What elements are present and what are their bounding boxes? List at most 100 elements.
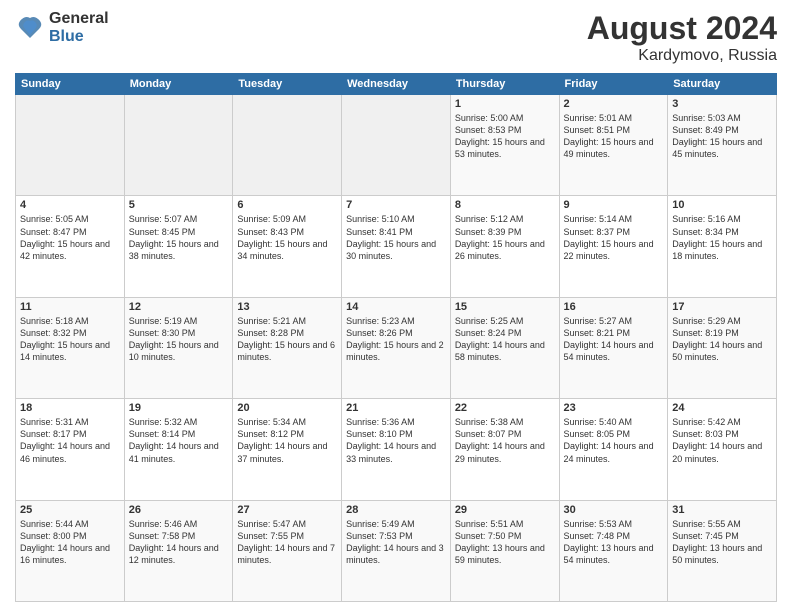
logo-text: General Blue: [49, 10, 109, 45]
calendar-cell: 6 Sunrise: 5:09 AMSunset: 8:43 PMDaylight…: [233, 196, 342, 297]
day-info: Sunrise: 5:47 AMSunset: 7:55 PMDaylight:…: [237, 518, 337, 567]
calendar-week-1: 1 Sunrise: 5:00 AMSunset: 8:53 PMDaylight…: [16, 95, 777, 196]
calendar-cell: 29 Sunrise: 5:51 AMSunset: 7:50 PMDayligh…: [450, 500, 559, 601]
day-number: 24: [672, 402, 772, 414]
day-info: Sunrise: 5:44 AMSunset: 8:00 PMDaylight:…: [20, 518, 120, 567]
calendar-cell: 20 Sunrise: 5:34 AMSunset: 8:12 PMDayligh…: [233, 399, 342, 500]
calendar-cell: 16 Sunrise: 5:27 AMSunset: 8:21 PMDayligh…: [559, 297, 668, 398]
day-number: 15: [455, 301, 555, 313]
day-number: 18: [20, 402, 120, 414]
calendar-cell: [124, 95, 233, 196]
day-info: Sunrise: 5:34 AMSunset: 8:12 PMDaylight:…: [237, 416, 337, 465]
day-number: 20: [237, 402, 337, 414]
day-number: 28: [346, 504, 446, 516]
calendar-cell: 15 Sunrise: 5:25 AMSunset: 8:24 PMDayligh…: [450, 297, 559, 398]
day-number: 6: [237, 199, 337, 211]
day-info: Sunrise: 5:40 AMSunset: 8:05 PMDaylight:…: [564, 416, 664, 465]
calendar-week-2: 4 Sunrise: 5:05 AMSunset: 8:47 PMDaylight…: [16, 196, 777, 297]
day-info: Sunrise: 5:05 AMSunset: 8:47 PMDaylight:…: [20, 213, 120, 262]
calendar-cell: 27 Sunrise: 5:47 AMSunset: 7:55 PMDayligh…: [233, 500, 342, 601]
logo-general: General: [49, 10, 109, 28]
day-number: 12: [129, 301, 229, 313]
calendar-cell: 9Sunrise: 5:14 AMSunset: 8:37 PMDaylight…: [559, 196, 668, 297]
calendar-cell: 24 Sunrise: 5:42 AMSunset: 8:03 PMDayligh…: [668, 399, 777, 500]
col-friday: Friday: [559, 74, 668, 95]
day-number: 8: [455, 199, 555, 211]
day-number: 1: [455, 98, 555, 110]
day-number: 11: [20, 301, 120, 313]
day-number: 27: [237, 504, 337, 516]
logo-blue: Blue: [49, 28, 109, 46]
calendar-cell: 26 Sunrise: 5:46 AMSunset: 7:58 PMDayligh…: [124, 500, 233, 601]
day-number: 4: [20, 199, 120, 211]
day-info: Sunrise: 5:12 AMSunset: 8:39 PMDaylight:…: [455, 213, 555, 262]
day-info: Sunrise: 5:10 AMSunset: 8:41 PMDaylight:…: [346, 213, 446, 262]
calendar-week-3: 11 Sunrise: 5:18 AMSunset: 8:32 PMDayligh…: [16, 297, 777, 398]
calendar-cell: 8 Sunrise: 5:12 AMSunset: 8:39 PMDaylight…: [450, 196, 559, 297]
calendar-cell: 25 Sunrise: 5:44 AMSunset: 8:00 PMDayligh…: [16, 500, 125, 601]
calendar-cell: 28 Sunrise: 5:49 AMSunset: 7:53 PMDayligh…: [342, 500, 451, 601]
calendar-cell: 17Sunrise: 5:29 AMSunset: 8:19 PMDayligh…: [668, 297, 777, 398]
day-number: 7: [346, 199, 446, 211]
day-number: 16: [564, 301, 664, 313]
col-thursday: Thursday: [450, 74, 559, 95]
calendar-table: Sunday Monday Tuesday Wednesday Thursday…: [15, 73, 777, 602]
calendar-cell: 14Sunrise: 5:23 AMSunset: 8:26 PMDayligh…: [342, 297, 451, 398]
day-number: 31: [672, 504, 772, 516]
calendar-cell: [342, 95, 451, 196]
day-info: Sunrise: 5:09 AMSunset: 8:43 PMDaylight:…: [237, 213, 337, 262]
day-info: Sunrise: 5:55 AMSunset: 7:45 PMDaylight:…: [672, 518, 772, 567]
day-info: Sunrise: 5:00 AMSunset: 8:53 PMDaylight:…: [455, 112, 555, 161]
day-info: Sunrise: 5:27 AMSunset: 8:21 PMDaylight:…: [564, 315, 664, 364]
header: General Blue August 2024 Kardymovo, Russ…: [15, 10, 777, 65]
day-info: Sunrise: 5:36 AMSunset: 8:10 PMDaylight:…: [346, 416, 446, 465]
day-number: 14: [346, 301, 446, 313]
day-number: 5: [129, 199, 229, 211]
day-number: 30: [564, 504, 664, 516]
day-info: Sunrise: 5:49 AMSunset: 7:53 PMDaylight:…: [346, 518, 446, 567]
day-info: Sunrise: 5:16 AMSunset: 8:34 PMDaylight:…: [672, 213, 772, 262]
day-info: Sunrise: 5:21 AMSunset: 8:28 PMDaylight:…: [237, 315, 337, 364]
location: Kardymovo, Russia: [587, 47, 777, 65]
day-info: Sunrise: 5:25 AMSunset: 8:24 PMDaylight:…: [455, 315, 555, 364]
calendar-cell: [233, 95, 342, 196]
day-info: Sunrise: 5:42 AMSunset: 8:03 PMDaylight:…: [672, 416, 772, 465]
day-number: 29: [455, 504, 555, 516]
day-info: Sunrise: 5:31 AMSunset: 8:17 PMDaylight:…: [20, 416, 120, 465]
day-info: Sunrise: 5:32 AMSunset: 8:14 PMDaylight:…: [129, 416, 229, 465]
col-sunday: Sunday: [16, 74, 125, 95]
day-info: Sunrise: 5:07 AMSunset: 8:45 PMDaylight:…: [129, 213, 229, 262]
calendar-cell: 22 Sunrise: 5:38 AMSunset: 8:07 PMDayligh…: [450, 399, 559, 500]
day-info: Sunrise: 5:01 AMSunset: 8:51 PMDaylight:…: [564, 112, 664, 161]
calendar-header: Sunday Monday Tuesday Wednesday Thursday…: [16, 74, 777, 95]
day-number: 3: [672, 98, 772, 110]
calendar-page: General Blue August 2024 Kardymovo, Russ…: [0, 0, 792, 612]
calendar-cell: 5 Sunrise: 5:07 AMSunset: 8:45 PMDaylight…: [124, 196, 233, 297]
day-number: 13: [237, 301, 337, 313]
day-number: 21: [346, 402, 446, 414]
logo: General Blue: [15, 10, 109, 45]
calendar-cell: 30 Sunrise: 5:53 AMSunset: 7:48 PMDayligh…: [559, 500, 668, 601]
col-tuesday: Tuesday: [233, 74, 342, 95]
day-info: Sunrise: 5:51 AMSunset: 7:50 PMDaylight:…: [455, 518, 555, 567]
calendar-cell: 18 Sunrise: 5:31 AMSunset: 8:17 PMDayligh…: [16, 399, 125, 500]
calendar-cell: 12Sunrise: 5:19 AMSunset: 8:30 PMDayligh…: [124, 297, 233, 398]
calendar-cell: 3Sunrise: 5:03 AMSunset: 8:49 PMDaylight…: [668, 95, 777, 196]
day-number: 22: [455, 402, 555, 414]
month-title: August 2024: [587, 10, 777, 47]
day-number: 26: [129, 504, 229, 516]
calendar-cell: 4 Sunrise: 5:05 AMSunset: 8:47 PMDaylight…: [16, 196, 125, 297]
day-number: 2: [564, 98, 664, 110]
day-info: Sunrise: 5:18 AMSunset: 8:32 PMDaylight:…: [20, 315, 120, 364]
calendar-cell: 10Sunrise: 5:16 AMSunset: 8:34 PMDayligh…: [668, 196, 777, 297]
calendar-cell: 11 Sunrise: 5:18 AMSunset: 8:32 PMDayligh…: [16, 297, 125, 398]
day-info: Sunrise: 5:46 AMSunset: 7:58 PMDaylight:…: [129, 518, 229, 567]
day-number: 23: [564, 402, 664, 414]
day-info: Sunrise: 5:53 AMSunset: 7:48 PMDaylight:…: [564, 518, 664, 567]
calendar-week-5: 25 Sunrise: 5:44 AMSunset: 8:00 PMDayligh…: [16, 500, 777, 601]
calendar-cell: 2 Sunrise: 5:01 AMSunset: 8:51 PMDaylight…: [559, 95, 668, 196]
day-number: 25: [20, 504, 120, 516]
calendar-cell: 7 Sunrise: 5:10 AMSunset: 8:41 PMDaylight…: [342, 196, 451, 297]
day-info: Sunrise: 5:38 AMSunset: 8:07 PMDaylight:…: [455, 416, 555, 465]
calendar-cell: 23 Sunrise: 5:40 AMSunset: 8:05 PMDayligh…: [559, 399, 668, 500]
